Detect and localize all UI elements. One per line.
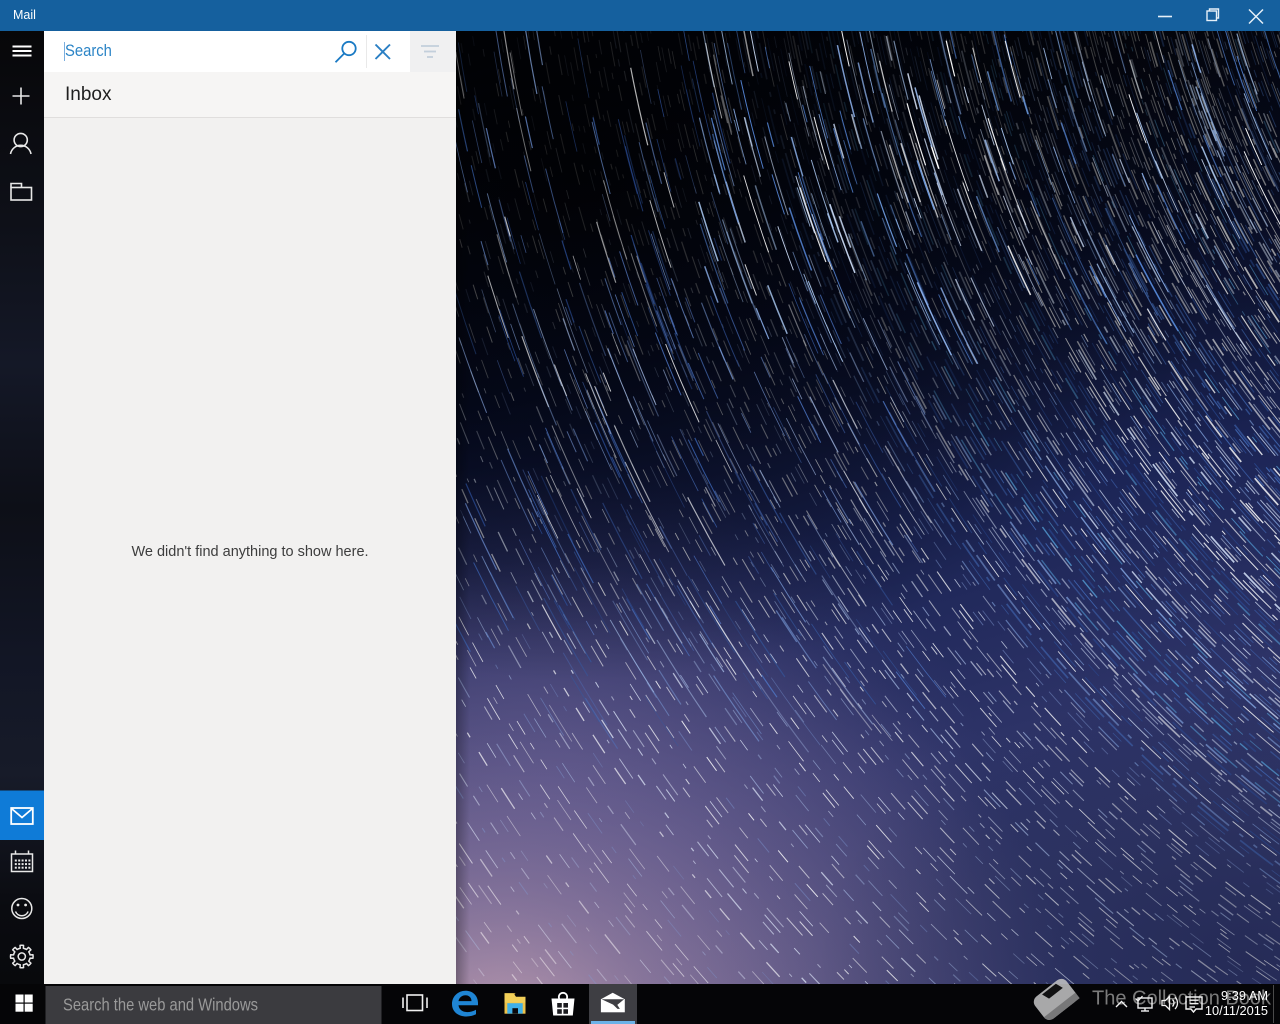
svg-text:Search the web and Windows: Search the web and Windows (63, 995, 258, 1015)
svg-text:9:39 AM: 9:39 AM (1221, 988, 1268, 1003)
svg-text:10/11/2015: 10/11/2015 (1205, 1003, 1268, 1018)
